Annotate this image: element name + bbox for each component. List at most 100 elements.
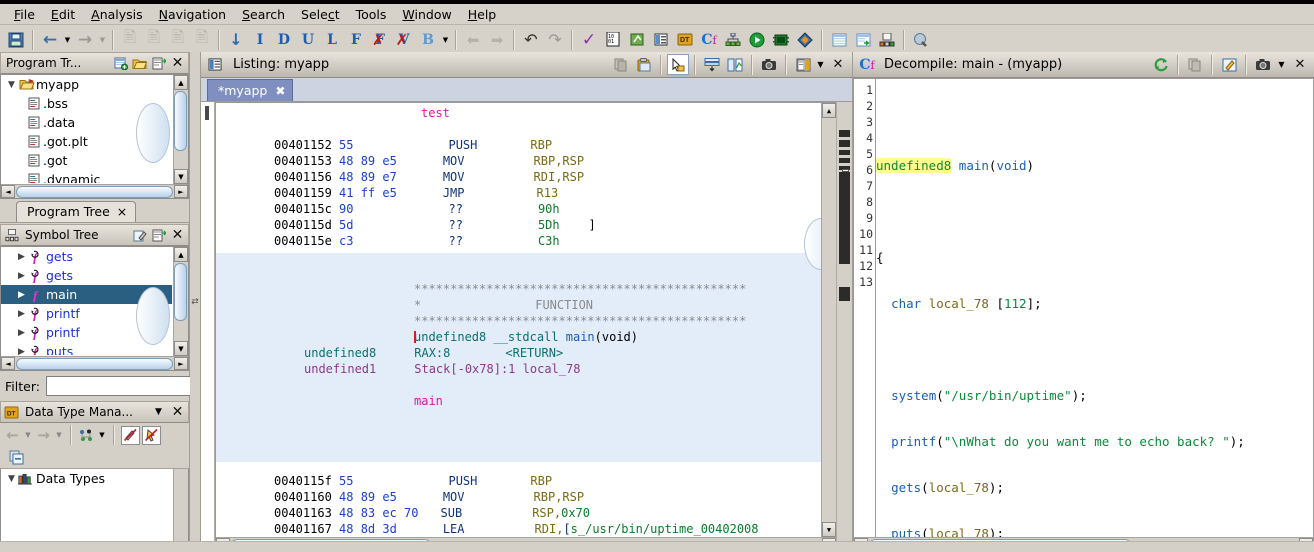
undo-icon[interactable]: ↶ — [519, 28, 543, 52]
filter-types-icon[interactable] — [78, 427, 95, 444]
bookmark-caret-icon[interactable]: ▼ — [440, 28, 451, 52]
new-folder-view-icon[interactable] — [112, 55, 129, 72]
scroll-up-arrow-icon[interactable]: ▲ — [822, 103, 836, 118]
edit-icon[interactable] — [1218, 54, 1240, 75]
diff-icon[interactable] — [793, 28, 817, 52]
dropdown-menu-icon[interactable]: ▼ — [150, 404, 167, 421]
code-line[interactable]: char local_78 [112]; — [876, 296, 1313, 312]
function-graph-icon[interactable] — [721, 28, 745, 52]
tab-program-tree[interactable]: Program Tree × — [16, 201, 136, 222]
program-tree-hscrollbar[interactable]: ◄ ► — [1, 184, 188, 198]
code-line[interactable]: { — [876, 250, 1313, 266]
new-tree-icon[interactable] — [150, 55, 167, 72]
back-arrow-icon[interactable]: ← — [38, 28, 62, 52]
cursor-select-icon[interactable] — [667, 54, 689, 75]
listing-row-main-label[interactable]: main — [216, 393, 836, 409]
collapse-all-icon[interactable] — [8, 449, 25, 466]
decompiler-icon[interactable]: Cf — [697, 28, 721, 52]
decompile-code[interactable]: undefined8 main(void) { char local_78 [1… — [876, 79, 1313, 551]
menu-edit[interactable]: Edit — [43, 5, 83, 24]
code-line[interactable]: undefined8 main(void) — [876, 158, 1313, 174]
symbol-node-puts[interactable]: ▶ f puts — [1, 342, 172, 355]
data-types-vscrollbar[interactable] — [173, 469, 188, 551]
menu-select[interactable]: Select — [293, 5, 348, 24]
symbol-tree-hscrollbar[interactable]: ◄ ► — [1, 356, 188, 370]
forward-arrow-icon[interactable]: → — [35, 427, 52, 444]
symbol-node-gets-2[interactable]: ▶ f gets — [1, 266, 172, 285]
dropdown-caret-icon[interactable]: ▼ — [1275, 54, 1288, 75]
close-icon[interactable]: ✕ — [169, 227, 186, 244]
symbol-table-icon[interactable] — [875, 28, 899, 52]
save-icon[interactable] — [4, 28, 28, 52]
diff-view-icon[interactable] — [724, 54, 746, 75]
undefine-icon[interactable]: U — [296, 28, 320, 52]
scroll-left-arrow-icon[interactable]: ◄ — [1, 185, 15, 198]
forward-history-caret-icon[interactable]: ▼ — [97, 28, 108, 52]
listing-row[interactable]: 00401163 48 83 ec 70SUBRSP,0x70 — [216, 505, 836, 521]
scroll-left-arrow-icon[interactable]: ◄ — [1, 357, 15, 370]
program-tree-vscrollbar[interactable]: ▲ ▼ — [173, 75, 188, 184]
code-line[interactable]: printf("\nWhat do you want me to echo ba… — [876, 434, 1313, 450]
scroll-thumb[interactable] — [16, 186, 173, 198]
code-line[interactable] — [876, 204, 1313, 220]
make-label-icon[interactable]: L — [320, 28, 344, 52]
listing-row-signature[interactable]: undefined8 __stdcall main(void) — [216, 329, 836, 345]
copy-icon[interactable] — [610, 54, 632, 75]
doc-tab-close-icon[interactable]: ✖ — [275, 84, 285, 98]
code-line[interactable]: gets(local_78); — [876, 480, 1313, 496]
collapse-arrow-icon[interactable]: ▶ — [15, 252, 28, 262]
no-pointer-icon[interactable] — [142, 426, 161, 445]
listing-row[interactable]: 00401160 48 89 e5MOVRBP,RSP — [216, 489, 836, 505]
byte-viewer-icon[interactable]: 1001 — [601, 28, 625, 52]
forward-caret-icon[interactable]: ▼ — [54, 427, 64, 444]
collapse-arrow-icon[interactable]: ▶ — [15, 328, 28, 338]
scroll-down-arrow-icon[interactable]: ▼ — [174, 169, 188, 184]
scroll-right-arrow-icon[interactable]: ► — [174, 357, 188, 370]
scroll-thumb[interactable] — [16, 358, 173, 370]
close-icon[interactable]: ✕ — [1289, 54, 1311, 75]
refresh-icon[interactable] — [1150, 54, 1172, 75]
close-icon[interactable]: ✕ — [827, 54, 849, 75]
tree-node-myapp[interactable]: ▼ myapp — [1, 75, 172, 94]
disassemble-icon[interactable]: ↓ — [224, 28, 248, 52]
menu-navigation[interactable]: Navigation — [151, 5, 234, 24]
collapse-arrow-icon[interactable]: ▶ — [15, 309, 28, 319]
clear-flow-icon[interactable]: F✗ — [368, 28, 392, 52]
collapse-arrow-icon[interactable]: ▶ — [15, 347, 28, 356]
left-center-splitter[interactable]: ⇄ — [190, 52, 200, 552]
listing-row[interactable]: 0040115c 90??90h — [216, 201, 836, 217]
scroll-up-arrow-icon[interactable]: ▲ — [174, 247, 188, 262]
forward-snapshot-icon[interactable]: ➡ — [485, 28, 509, 52]
doc-tab-myapp[interactable]: *myapp ✖ — [207, 79, 293, 101]
listing-row[interactable]: 0040115e c3??C3h — [216, 233, 836, 249]
snapshot-icon[interactable] — [758, 54, 780, 75]
listing-row[interactable]: 0040115f 55PUSHRBP — [216, 473, 836, 489]
run-script-icon[interactable] — [745, 28, 769, 52]
data-types-tree[interactable]: ▼ Data Types — [0, 469, 189, 552]
listing-row[interactable]: 00401153 48 89 e5MOVRBP,RSP — [216, 153, 836, 169]
help-pointer-icon[interactable] — [909, 28, 933, 52]
scroll-right-arrow-icon[interactable]: ► — [174, 185, 188, 198]
open-folder-icon[interactable] — [131, 55, 148, 72]
code-line[interactable]: system("/usr/bin/uptime"); — [876, 388, 1313, 404]
collapse-arrow-icon[interactable]: ▶ — [15, 271, 28, 281]
make-function-icon[interactable]: F — [344, 28, 368, 52]
program-tree-box[interactable]: ▼ myapp .bss — [0, 74, 189, 199]
listing-row[interactable]: 00401156 48 89 e7MOVRDI,RSP — [216, 169, 836, 185]
listing-vscrollbar[interactable]: ▲ ▼ — [821, 103, 836, 537]
copy-icon[interactable] — [1184, 54, 1206, 75]
data-type-manager-icon[interactable]: DT — [673, 28, 697, 52]
nav-marker[interactable] — [839, 158, 850, 163]
back-arrow-icon[interactable]: ← — [4, 427, 21, 444]
close-file-icon[interactable]: 🖹 — [190, 28, 214, 52]
memory-map-icon[interactable] — [625, 28, 649, 52]
no-edit-icon[interactable] — [121, 426, 140, 445]
nav-marker[interactable] — [839, 130, 850, 137]
forward-arrow-icon[interactable]: → — [73, 28, 97, 52]
symbol-tree-box[interactable]: ▶ f gets ▶ f gets ▶ — [0, 246, 189, 371]
import-file-icon[interactable]: 🖹 — [118, 28, 142, 52]
listing-gutter[interactable] — [201, 102, 215, 552]
scroll-thumb[interactable] — [174, 263, 187, 321]
menu-window[interactable]: Window — [394, 5, 459, 24]
code-line[interactable] — [876, 112, 1313, 128]
